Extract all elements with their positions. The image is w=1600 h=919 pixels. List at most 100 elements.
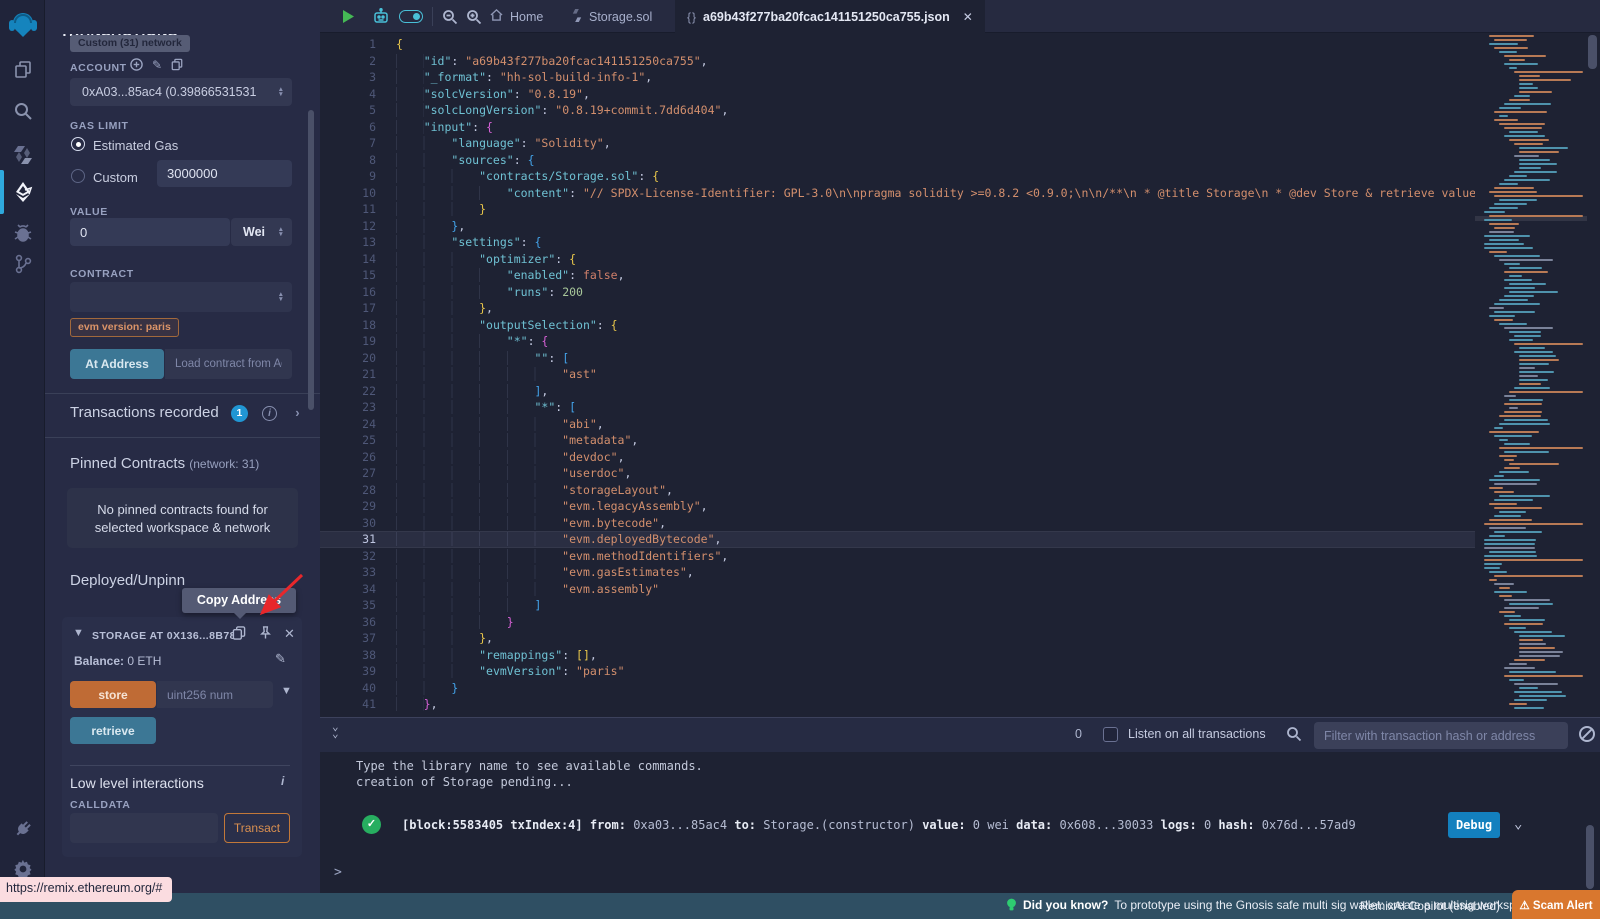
- estimated-gas-radio[interactable]: [71, 137, 85, 151]
- debug-button[interactable]: Debug: [1448, 812, 1500, 838]
- run-script-icon[interactable]: [336, 0, 360, 33]
- copy-account-icon[interactable]: [171, 58, 183, 74]
- code-line[interactable]: "evm.legacyAssembly",: [396, 498, 1600, 515]
- code-line[interactable]: "storageLayout",: [396, 482, 1600, 499]
- editor-scrollbar[interactable]: [1588, 35, 1597, 69]
- add-account-icon[interactable]: [130, 58, 143, 74]
- code-line[interactable]: "*": [: [396, 399, 1600, 416]
- store-arg-input[interactable]: [157, 681, 273, 708]
- plugin-manager-icon[interactable]: [0, 812, 45, 846]
- tab-home[interactable]: Home: [478, 0, 555, 33]
- debugger-icon[interactable]: [0, 216, 45, 250]
- code-line[interactable]: "solcVersion": "0.8.19",: [396, 86, 1600, 103]
- transactions-recorded-row[interactable]: Transactions recorded 1 i ›: [70, 404, 300, 422]
- code-line[interactable]: "": [: [396, 350, 1600, 367]
- code-line[interactable]: "id": "a69b43f277ba20fcac141151250ca755"…: [396, 53, 1600, 70]
- git-icon[interactable]: [0, 247, 45, 281]
- close-tab-icon[interactable]: ✕: [963, 10, 973, 24]
- code-line[interactable]: "*": {: [396, 333, 1600, 350]
- code-line[interactable]: "language": "Solidity",: [396, 135, 1600, 152]
- deploy-and-run-icon[interactable]: [0, 175, 45, 209]
- zoom-out-icon[interactable]: [438, 0, 462, 33]
- clear-console-icon[interactable]: [1579, 726, 1595, 742]
- listen-all-checkbox[interactable]: [1103, 727, 1118, 742]
- copy-address-icon[interactable]: [232, 625, 246, 645]
- code-line[interactable]: "remappings": [],: [396, 647, 1600, 664]
- at-address-input[interactable]: [165, 349, 292, 379]
- code-line[interactable]: "solcLongVersion": "0.8.19+commit.7dd6d4…: [396, 102, 1600, 119]
- pin-contract-icon[interactable]: [259, 625, 272, 645]
- transaction-filter-input[interactable]: [1314, 722, 1568, 749]
- code-line[interactable]: }: [396, 614, 1600, 631]
- code-line[interactable]: "evm.gasEstimates",: [396, 564, 1600, 581]
- close-contract-icon[interactable]: ✕: [284, 626, 295, 642]
- ai-copilot-toggle[interactable]: [396, 0, 426, 33]
- code-line[interactable]: ],: [396, 383, 1600, 400]
- value-input[interactable]: [70, 218, 230, 246]
- remix-logo-icon[interactable]: [0, 8, 45, 42]
- search-icon[interactable]: [0, 94, 45, 128]
- minimap[interactable]: [1475, 33, 1587, 717]
- edit-balance-icon[interactable]: ✎: [275, 651, 286, 667]
- at-address-button[interactable]: At Address: [70, 349, 164, 379]
- code-line[interactable]: "metadata",: [396, 432, 1600, 449]
- code-line[interactable]: "evm.deployedBytecode",: [320, 531, 1476, 548]
- code-line[interactable]: },: [396, 218, 1600, 235]
- contract-select[interactable]: ▲▼: [70, 282, 292, 312]
- code-line[interactable]: "evm.methodIdentifiers",: [396, 548, 1600, 565]
- code-line[interactable]: }: [396, 201, 1600, 218]
- code-line[interactable]: "optimizer": {: [396, 251, 1600, 268]
- file-explorer-icon[interactable]: [0, 52, 45, 86]
- code-line[interactable]: "evm.bytecode",: [396, 515, 1600, 532]
- code-line[interactable]: "input": {: [396, 119, 1600, 136]
- retrieve-button[interactable]: retrieve: [70, 717, 156, 744]
- transact-button[interactable]: Transact: [224, 813, 290, 843]
- tab-build-info-json[interactable]: { } a69b43f277ba20fcac141151250ca755.jso…: [675, 0, 985, 33]
- code-line[interactable]: "outputSelection": {: [396, 317, 1600, 334]
- minimap-line: [1494, 591, 1527, 593]
- info-icon[interactable]: i: [281, 774, 284, 788]
- terminal-prompt[interactable]: >: [334, 865, 342, 880]
- custom-gas-input[interactable]: [157, 160, 292, 187]
- code-line[interactable]: {: [396, 36, 1600, 53]
- code-editor[interactable]: 1234567891011121314151617181920212223242…: [320, 33, 1600, 717]
- tab-storage-sol[interactable]: Storage.sol: [560, 0, 664, 33]
- code-line[interactable]: "ast": [396, 366, 1600, 383]
- code-line[interactable]: },: [396, 300, 1600, 317]
- code-line[interactable]: },: [396, 696, 1600, 713]
- expand-transactions-chevron-icon[interactable]: ›: [295, 405, 299, 420]
- terminal-scrollbar[interactable]: [1586, 825, 1594, 889]
- code-line[interactable]: ]: [396, 597, 1600, 614]
- store-button[interactable]: store: [70, 681, 156, 708]
- copilot-status[interactable]: RemixAI Copilot (enabled): [1360, 899, 1500, 913]
- edit-account-icon[interactable]: ✎: [152, 58, 162, 74]
- account-select[interactable]: 0xA03...85ac4 (0.39866531531 ▲▼: [70, 78, 292, 106]
- transaction-log-row[interactable]: ✓ [block:5583405 txIndex:4] from: 0xa03.…: [356, 808, 1566, 842]
- custom-gas-radio[interactable]: [71, 169, 85, 183]
- expand-tx-chevron-icon[interactable]: ⌄: [1514, 816, 1522, 832]
- code-line[interactable]: "devdoc",: [396, 449, 1600, 466]
- info-icon[interactable]: i: [262, 406, 277, 421]
- value-unit-select[interactable]: Wei ▲▼: [231, 218, 292, 246]
- expand-terminal-icon[interactable]: ⌄⌄: [332, 723, 339, 737]
- code-line[interactable]: "evmVersion": "paris": [396, 663, 1600, 680]
- code-line[interactable]: "contracts/Storage.sol": {: [396, 168, 1600, 185]
- code-line[interactable]: "settings": {: [396, 234, 1600, 251]
- solidity-compiler-icon[interactable]: [0, 138, 45, 172]
- code-line[interactable]: "_format": "hh-sol-build-info-1",: [396, 69, 1600, 86]
- calldata-input[interactable]: [70, 813, 218, 843]
- code-line[interactable]: "enabled": false,: [396, 267, 1600, 284]
- panel-scrollbar[interactable]: [308, 110, 314, 410]
- code-line[interactable]: }: [396, 680, 1600, 697]
- scam-alert-button[interactable]: ⚠ Scam Alert: [1512, 890, 1600, 919]
- collapse-contract-chevron-icon[interactable]: ▼: [73, 627, 84, 639]
- code-line[interactable]: },: [396, 630, 1600, 647]
- code-line[interactable]: "content": "// SPDX-License-Identifier: …: [396, 185, 1600, 202]
- code-line[interactable]: "evm.assembly": [396, 581, 1600, 598]
- code-line[interactable]: "sources": {: [396, 152, 1600, 169]
- remixai-robot-icon[interactable]: [368, 0, 394, 33]
- expand-store-chevron-icon[interactable]: ▼: [281, 685, 292, 697]
- code-line[interactable]: "runs": 200: [396, 284, 1600, 301]
- code-line[interactable]: "userdoc",: [396, 465, 1600, 482]
- code-line[interactable]: "abi",: [396, 416, 1600, 433]
